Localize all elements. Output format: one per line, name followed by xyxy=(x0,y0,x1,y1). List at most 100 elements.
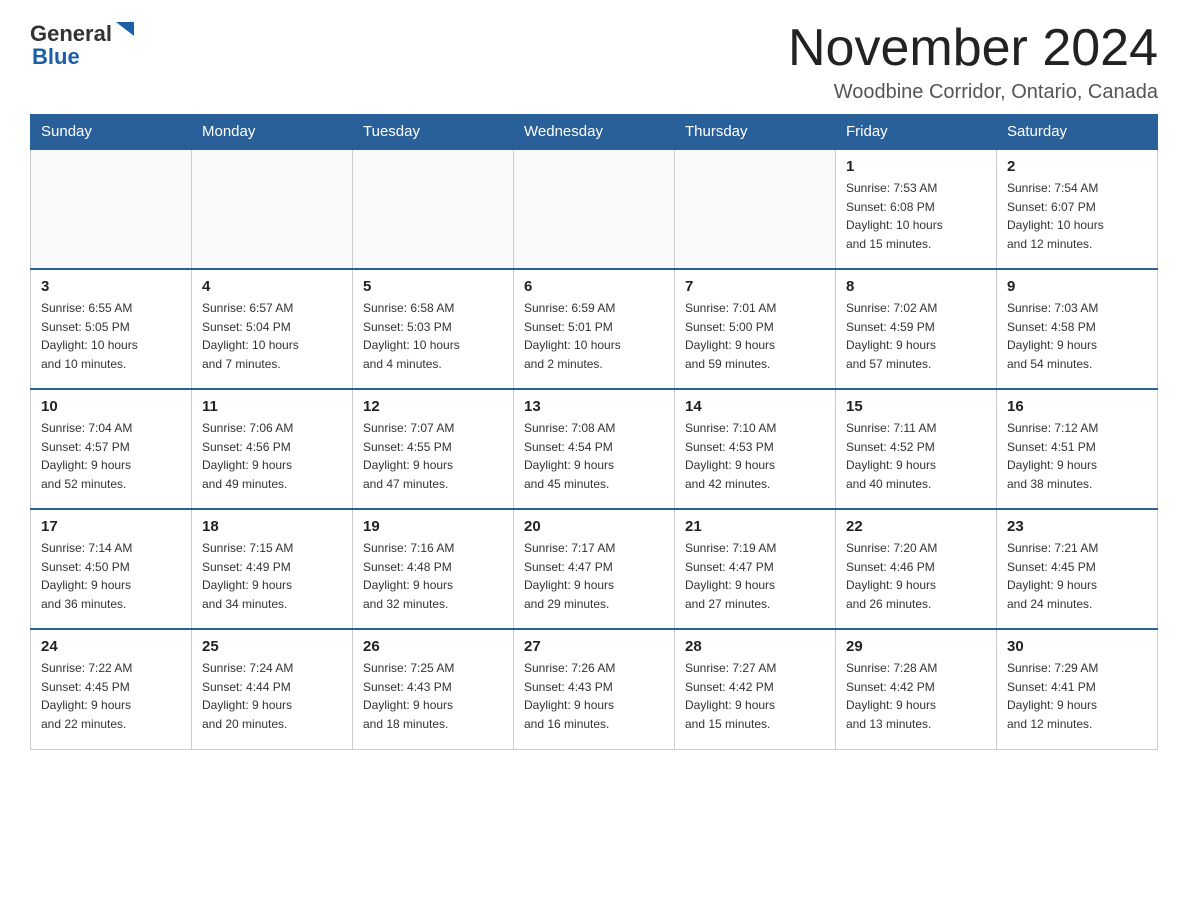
calendar-cell xyxy=(31,149,192,269)
title-block: November 2024 Woodbine Corridor, Ontario… xyxy=(788,20,1158,104)
day-number: 22 xyxy=(846,518,986,535)
calendar-table: SundayMondayTuesdayWednesdayThursdayFrid… xyxy=(30,114,1158,750)
day-number: 26 xyxy=(363,638,503,655)
day-detail: Sunrise: 6:55 AM Sunset: 5:05 PM Dayligh… xyxy=(41,299,181,373)
calendar-week-row-3: 10 Sunrise: 7:04 AM Sunset: 4:57 PM Dayli… xyxy=(31,389,1158,509)
day-detail: Sunrise: 7:20 AM Sunset: 4:46 PM Dayligh… xyxy=(846,539,986,613)
calendar-cell: 7 Sunrise: 7:01 AM Sunset: 5:00 PM Daylig… xyxy=(675,269,836,389)
calendar-cell: 15 Sunrise: 7:11 AM Sunset: 4:52 PM Dayli… xyxy=(836,389,997,509)
day-detail: Sunrise: 6:58 AM Sunset: 5:03 PM Dayligh… xyxy=(363,299,503,373)
day-number: 10 xyxy=(41,398,181,415)
day-detail: Sunrise: 7:08 AM Sunset: 4:54 PM Dayligh… xyxy=(524,419,664,493)
day-number: 14 xyxy=(685,398,825,415)
calendar-cell: 22 Sunrise: 7:20 AM Sunset: 4:46 PM Dayli… xyxy=(836,509,997,629)
calendar-header-sunday: Sunday xyxy=(31,115,192,150)
day-detail: Sunrise: 7:11 AM Sunset: 4:52 PM Dayligh… xyxy=(846,419,986,493)
day-detail: Sunrise: 7:28 AM Sunset: 4:42 PM Dayligh… xyxy=(846,659,986,733)
day-detail: Sunrise: 7:53 AM Sunset: 6:08 PM Dayligh… xyxy=(846,179,986,253)
day-number: 23 xyxy=(1007,518,1147,535)
day-number: 28 xyxy=(685,638,825,655)
day-detail: Sunrise: 7:54 AM Sunset: 6:07 PM Dayligh… xyxy=(1007,179,1147,253)
day-number: 12 xyxy=(363,398,503,415)
day-number: 2 xyxy=(1007,158,1147,175)
calendar-header-saturday: Saturday xyxy=(997,115,1158,150)
logo: General Blue xyxy=(30,20,136,70)
day-number: 9 xyxy=(1007,278,1147,295)
day-detail: Sunrise: 7:14 AM Sunset: 4:50 PM Dayligh… xyxy=(41,539,181,613)
logo-blue-text: Blue xyxy=(32,44,80,69)
day-number: 15 xyxy=(846,398,986,415)
calendar-cell: 28 Sunrise: 7:27 AM Sunset: 4:42 PM Dayli… xyxy=(675,629,836,749)
day-number: 13 xyxy=(524,398,664,415)
calendar-header-friday: Friday xyxy=(836,115,997,150)
calendar-cell: 24 Sunrise: 7:22 AM Sunset: 4:45 PM Dayli… xyxy=(31,629,192,749)
day-detail: Sunrise: 7:19 AM Sunset: 4:47 PM Dayligh… xyxy=(685,539,825,613)
calendar-cell xyxy=(192,149,353,269)
page-header: General Blue November 2024 Woodbine Corr… xyxy=(30,20,1158,104)
day-number: 20 xyxy=(524,518,664,535)
day-number: 1 xyxy=(846,158,986,175)
day-number: 3 xyxy=(41,278,181,295)
calendar-header-tuesday: Tuesday xyxy=(353,115,514,150)
calendar-cell: 4 Sunrise: 6:57 AM Sunset: 5:04 PM Daylig… xyxy=(192,269,353,389)
day-number: 11 xyxy=(202,398,342,415)
calendar-cell: 18 Sunrise: 7:15 AM Sunset: 4:49 PM Dayli… xyxy=(192,509,353,629)
calendar-cell: 10 Sunrise: 7:04 AM Sunset: 4:57 PM Dayli… xyxy=(31,389,192,509)
calendar-week-row-4: 17 Sunrise: 7:14 AM Sunset: 4:50 PM Dayli… xyxy=(31,509,1158,629)
calendar-cell: 2 Sunrise: 7:54 AM Sunset: 6:07 PM Daylig… xyxy=(997,149,1158,269)
day-number: 25 xyxy=(202,638,342,655)
calendar-cell: 20Sunrise: 7:17 AM Sunset: 4:47 PM Dayli… xyxy=(514,509,675,629)
day-detail: Sunrise: 7:29 AM Sunset: 4:41 PM Dayligh… xyxy=(1007,659,1147,733)
calendar-cell: 19Sunrise: 7:16 AM Sunset: 4:48 PM Dayli… xyxy=(353,509,514,629)
calendar-cell: 17 Sunrise: 7:14 AM Sunset: 4:50 PM Dayli… xyxy=(31,509,192,629)
day-number: 21 xyxy=(685,518,825,535)
day-detail: Sunrise: 7:27 AM Sunset: 4:42 PM Dayligh… xyxy=(685,659,825,733)
day-detail: Sunrise: 7:25 AM Sunset: 4:43 PM Dayligh… xyxy=(363,659,503,733)
calendar-cell xyxy=(514,149,675,269)
calendar-week-row-2: 3 Sunrise: 6:55 AM Sunset: 5:05 PM Daylig… xyxy=(31,269,1158,389)
calendar-cell: 11 Sunrise: 7:06 AM Sunset: 4:56 PM Dayli… xyxy=(192,389,353,509)
day-detail: Sunrise: 7:06 AM Sunset: 4:56 PM Dayligh… xyxy=(202,419,342,493)
page-title: November 2024 xyxy=(788,20,1158,77)
day-number: 4 xyxy=(202,278,342,295)
day-number: 24 xyxy=(41,638,181,655)
day-detail: Sunrise: 7:07 AM Sunset: 4:55 PM Dayligh… xyxy=(363,419,503,493)
calendar-cell: 5 Sunrise: 6:58 AM Sunset: 5:03 PM Daylig… xyxy=(353,269,514,389)
day-detail: Sunrise: 7:03 AM Sunset: 4:58 PM Dayligh… xyxy=(1007,299,1147,373)
calendar-cell: 26 Sunrise: 7:25 AM Sunset: 4:43 PM Dayli… xyxy=(353,629,514,749)
calendar-week-row-1: 1 Sunrise: 7:53 AM Sunset: 6:08 PM Daylig… xyxy=(31,149,1158,269)
calendar-cell: 25 Sunrise: 7:24 AM Sunset: 4:44 PM Dayli… xyxy=(192,629,353,749)
calendar-cell: 30 Sunrise: 7:29 AM Sunset: 4:41 PM Dayli… xyxy=(997,629,1158,749)
day-number: 7 xyxy=(685,278,825,295)
calendar-cell: 1 Sunrise: 7:53 AM Sunset: 6:08 PM Daylig… xyxy=(836,149,997,269)
calendar-header-thursday: Thursday xyxy=(675,115,836,150)
day-detail: Sunrise: 7:26 AM Sunset: 4:43 PM Dayligh… xyxy=(524,659,664,733)
day-detail: Sunrise: 6:59 AM Sunset: 5:01 PM Dayligh… xyxy=(524,299,664,373)
logo-triangle-icon xyxy=(114,18,136,40)
day-number: 5 xyxy=(363,278,503,295)
day-detail: Sunrise: 7:22 AM Sunset: 4:45 PM Dayligh… xyxy=(41,659,181,733)
day-number: 27 xyxy=(524,638,664,655)
day-detail: Sunrise: 7:01 AM Sunset: 5:00 PM Dayligh… xyxy=(685,299,825,373)
day-detail: Sunrise: 6:57 AM Sunset: 5:04 PM Dayligh… xyxy=(202,299,342,373)
day-detail: Sunrise: 7:24 AM Sunset: 4:44 PM Dayligh… xyxy=(202,659,342,733)
calendar-cell xyxy=(675,149,836,269)
day-number: 30 xyxy=(1007,638,1147,655)
calendar-cell: 23 Sunrise: 7:21 AM Sunset: 4:45 PM Dayli… xyxy=(997,509,1158,629)
day-detail: Sunrise: 7:21 AM Sunset: 4:45 PM Dayligh… xyxy=(1007,539,1147,613)
calendar-cell: 29Sunrise: 7:28 AM Sunset: 4:42 PM Dayli… xyxy=(836,629,997,749)
calendar-cell: 13 Sunrise: 7:08 AM Sunset: 4:54 PM Dayli… xyxy=(514,389,675,509)
calendar-week-row-5: 24 Sunrise: 7:22 AM Sunset: 4:45 PM Dayli… xyxy=(31,629,1158,749)
day-number: 17 xyxy=(41,518,181,535)
calendar-header-row: SundayMondayTuesdayWednesdayThursdayFrid… xyxy=(31,115,1158,150)
calendar-cell: 27 Sunrise: 7:26 AM Sunset: 4:43 PM Dayli… xyxy=(514,629,675,749)
day-number: 6 xyxy=(524,278,664,295)
day-detail: Sunrise: 7:15 AM Sunset: 4:49 PM Dayligh… xyxy=(202,539,342,613)
calendar-cell: 16Sunrise: 7:12 AM Sunset: 4:51 PM Dayli… xyxy=(997,389,1158,509)
calendar-cell: 3 Sunrise: 6:55 AM Sunset: 5:05 PM Daylig… xyxy=(31,269,192,389)
page-subtitle: Woodbine Corridor, Ontario, Canada xyxy=(788,81,1158,104)
calendar-header-monday: Monday xyxy=(192,115,353,150)
day-number: 18 xyxy=(202,518,342,535)
day-detail: Sunrise: 7:04 AM Sunset: 4:57 PM Dayligh… xyxy=(41,419,181,493)
day-detail: Sunrise: 7:12 AM Sunset: 4:51 PM Dayligh… xyxy=(1007,419,1147,493)
